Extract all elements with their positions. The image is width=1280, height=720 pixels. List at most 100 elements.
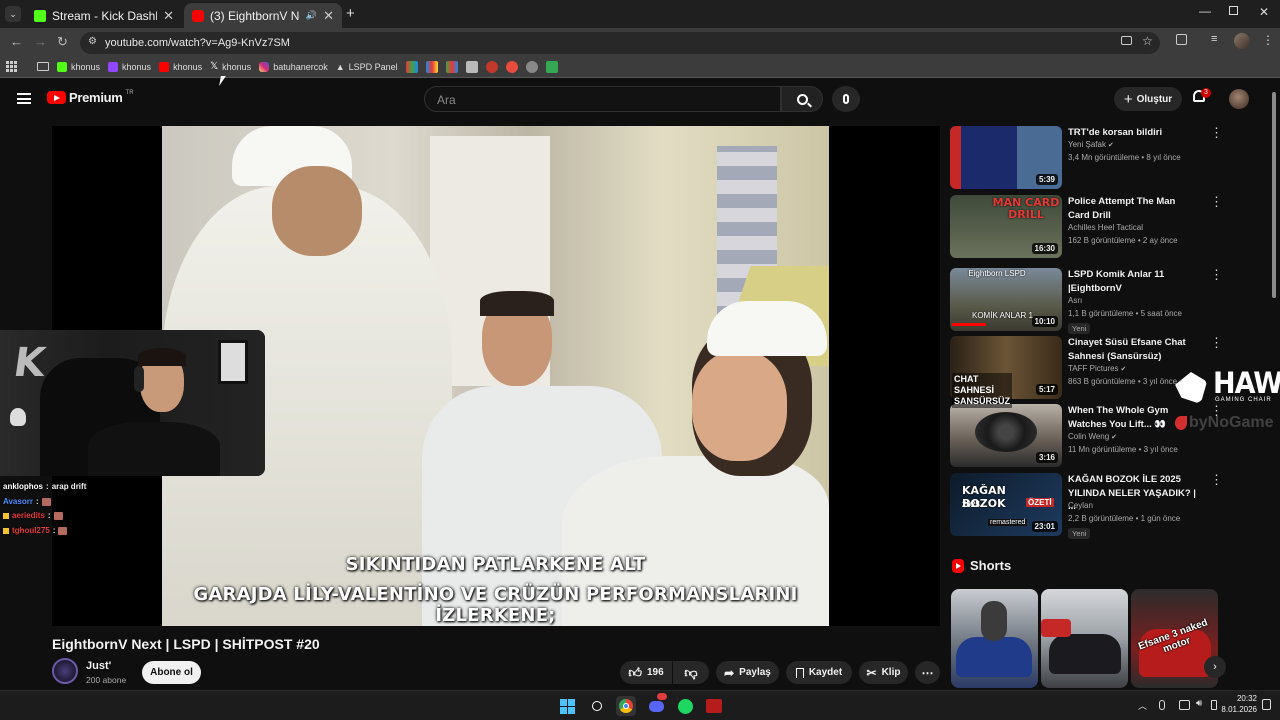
clip-button[interactable]: ✂ Klip (859, 661, 908, 684)
address-bar[interactable]: ⚙ youtube.com/watch?v=Ag9-KnVz7SM ☆ (80, 32, 1160, 54)
bookmark-x[interactable]: 𝕏khonus (210, 61, 251, 72)
channel-avatar[interactable] (52, 658, 78, 684)
bookmark-kick[interactable]: khonus (57, 61, 100, 72)
bookmark-game-icon[interactable] (485, 60, 498, 73)
recommendation-title[interactable]: LSPD Komik Anlar 11 |EightbornV (1068, 268, 1198, 295)
bookmark-colorful-icon[interactable] (445, 60, 458, 73)
apps-grid-icon[interactable] (6, 61, 17, 72)
account-avatar[interactable] (1229, 89, 1249, 109)
create-button[interactable]: + Oluştur (1114, 87, 1182, 111)
headphones (134, 366, 144, 392)
more-actions-button[interactable]: ⋯ (915, 661, 940, 684)
browser-menu-icon[interactable]: ⋮ (1262, 33, 1274, 47)
notification-center-icon[interactable] (1262, 699, 1271, 710)
tray-mic-icon[interactable] (1159, 700, 1165, 710)
profile-avatar[interactable] (1234, 33, 1250, 49)
share-button[interactable]: ➦ Paylaş (716, 661, 779, 684)
notifications-button[interactable]: 3 (1193, 88, 1211, 102)
bookmark-folder-icon[interactable] (37, 62, 49, 71)
reload-icon[interactable]: ↻ (57, 34, 68, 50)
close-icon[interactable]: ✕ (163, 8, 174, 24)
page-scrollbar[interactable] (1272, 92, 1276, 298)
instagram-icon (259, 61, 270, 72)
taskbar-spotify-icon[interactable] (675, 696, 695, 716)
back-icon[interactable]: ← (10, 34, 23, 49)
bookmark-sheet-icon[interactable] (465, 60, 478, 73)
bookmark-twitch[interactable]: khonus (108, 61, 151, 72)
tray-overflow-icon[interactable]: ︿ (1138, 699, 1147, 712)
recommendation-channel[interactable]: Achilles Heel Tactical (1068, 223, 1143, 232)
taskbar-chrome-icon[interactable] (616, 696, 636, 716)
restore-icon[interactable] (1229, 6, 1238, 15)
forward-icon[interactable]: → (34, 34, 47, 49)
start-button[interactable] (557, 696, 577, 716)
logo-text: Premium (69, 90, 123, 105)
bookmark-face-icon[interactable] (525, 60, 538, 73)
twitch-icon (108, 61, 119, 72)
bookmark-youtube[interactable]: khonus (159, 61, 202, 72)
tab-youtube-video[interactable]: (3) EightbornV Next | LSPD 🔊 ✕ (184, 3, 342, 28)
tray-volume-icon[interactable]: 🔊︎ (1196, 698, 1202, 709)
short-item[interactable] (1041, 589, 1128, 688)
new-tab-button[interactable]: + (346, 5, 355, 22)
recommendation-title[interactable]: Police Attempt The Man Card Drill (1068, 195, 1198, 222)
bookmark-game-icon[interactable] (505, 60, 518, 73)
youtube-logo[interactable]: Premium TR (47, 90, 134, 105)
tray-network-icon[interactable] (1179, 700, 1190, 710)
more-options-icon[interactable]: ⋮ (1210, 195, 1223, 208)
recommendation-channel[interactable]: Asrı (1068, 296, 1082, 305)
recommendation-title[interactable]: Cinayet Süsü Efsane Chat Sahnesi (Sansür… (1068, 336, 1198, 363)
shorts-next-button[interactable]: › (1204, 656, 1226, 678)
bookmark-sheets-icon[interactable] (545, 60, 558, 73)
more-options-icon[interactable]: ⋮ (1210, 336, 1223, 349)
close-icon[interactable]: ✕ (323, 8, 334, 24)
recommendation-channel[interactable]: TAFF Pictures ✔ (1068, 364, 1126, 373)
recommendation-title[interactable]: TRT'de korsan bildiri (1068, 126, 1198, 140)
voice-search-button[interactable] (832, 86, 860, 112)
tab-search-button[interactable]: ⌄ (5, 6, 21, 22)
recommendation-stats: 3,4 Mn görüntüleme • 8 yıl önce (1068, 153, 1181, 162)
guide-menu-icon[interactable] (17, 93, 31, 104)
close-window-icon[interactable]: ✕ (1259, 5, 1269, 19)
clock-date[interactable]: 8.01.2026 (1213, 705, 1257, 714)
bookmark-star-icon[interactable]: ☆ (1142, 34, 1153, 48)
short-motorbike (1049, 634, 1121, 674)
taskbar-app-icon[interactable] (704, 696, 724, 716)
bookmark-lspd-panel[interactable]: ▲ LSPD Panel (336, 62, 398, 72)
media-control-icon[interactable]: ≡ (1211, 33, 1217, 45)
short-item[interactable] (951, 589, 1038, 688)
recommendation-title[interactable]: When The Whole Gym Watches You Lift... 👀 (1068, 404, 1198, 431)
bookmark-instagram[interactable]: batuhanercok (259, 61, 328, 72)
extensions-icon[interactable] (1176, 34, 1187, 45)
recommendation-channel[interactable]: Ceylan (1068, 501, 1093, 510)
thumbnail-text: Eightborn LSPD (968, 269, 1026, 278)
more-options-icon[interactable]: ⋮ (1210, 404, 1223, 417)
search-button[interactable] (781, 86, 823, 112)
bookmark-colorful-icon[interactable] (405, 60, 418, 73)
taskbar-discord-icon[interactable] (646, 693, 667, 716)
more-options-icon[interactable]: ⋮ (1210, 126, 1223, 139)
cast-icon[interactable] (1121, 36, 1132, 45)
wall-picture (218, 340, 248, 384)
subscribe-button[interactable]: Abone ol (142, 661, 201, 684)
channel-name[interactable]: Just' (86, 660, 111, 672)
bookmark-colorful-icon[interactable] (425, 60, 438, 73)
more-options-icon[interactable]: ⋮ (1210, 473, 1223, 486)
save-label: Kaydet (808, 667, 843, 678)
minimize-icon[interactable]: — (1199, 4, 1211, 18)
dislike-button[interactable]: 👎︎ (673, 661, 709, 684)
speaker-icon[interactable]: 🔊 (306, 10, 317, 21)
recommendation-item[interactable]: 5:39 TRT'de korsan bildiri Yeni Şafak ✔ 3,4… (950, 126, 1270, 190)
like-button[interactable]: 👍︎ 196 (620, 661, 672, 684)
thumbnail-text: remastered (988, 519, 1028, 526)
taskbar-search-icon[interactable] (587, 696, 607, 716)
recommendation-channel[interactable]: Colin Weng ✔ (1068, 432, 1117, 441)
more-options-icon[interactable]: ⋮ (1210, 268, 1223, 281)
site-info-icon[interactable]: ⚙ (88, 36, 97, 47)
save-button[interactable]: Kaydet (786, 661, 852, 684)
search-input[interactable]: Ara (424, 86, 781, 112)
video-thumbnail[interactable]: 5:39 (950, 126, 1062, 189)
recommendation-channel[interactable]: Yeni Şafak ✔ (1068, 140, 1114, 149)
tab-kick-dashboard[interactable]: Stream - Kick Dashboard ✕ (26, 3, 182, 28)
clock-time[interactable]: 20:32 (1225, 694, 1257, 703)
